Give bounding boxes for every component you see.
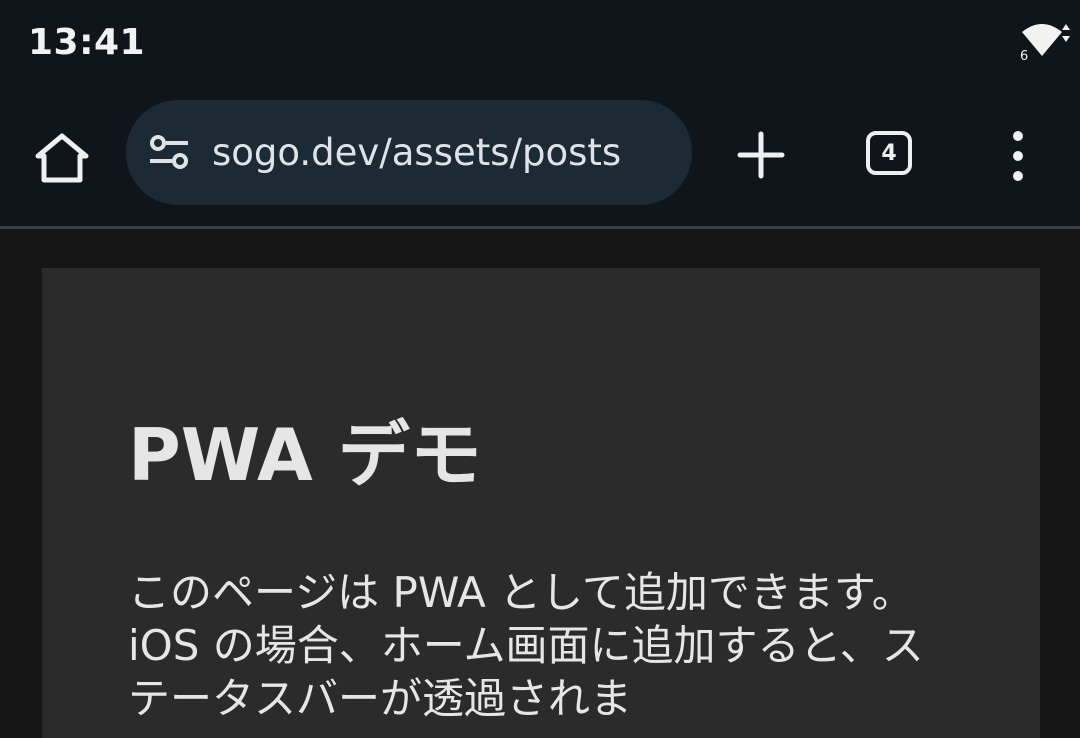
svg-text:6: 6 [1020,49,1028,64]
status-bar: 13:41 6 [0,0,1080,88]
more-vert-icon[interactable] [998,128,1038,184]
status-time: 13:41 [28,22,146,63]
page-title: PWA デモ [128,413,482,497]
body-text: このページは PWA として追加できます。iOS の場合、ホーム画面に追加すると… [128,568,924,723]
content-card: PWA デモ このページは PWA として追加できます。iOS の場合、ホーム画… [42,268,1040,738]
wifi-icon: 6 [1020,24,1070,64]
home-icon[interactable] [32,128,92,188]
tune-icon[interactable] [148,133,190,173]
tab-switcher-button[interactable]: 4 [866,131,912,175]
plus-icon[interactable] [734,128,788,182]
url-text[interactable]: sogo.dev/assets/posts [212,130,668,176]
address-bar[interactable]: sogo.dev/assets/posts [126,100,692,205]
browser-toolbar: sogo.dev/assets/posts 4 [0,88,1080,226]
page-area: PWA デモ このページは PWA として追加できます。iOS の場合、ホーム画… [0,229,1080,738]
